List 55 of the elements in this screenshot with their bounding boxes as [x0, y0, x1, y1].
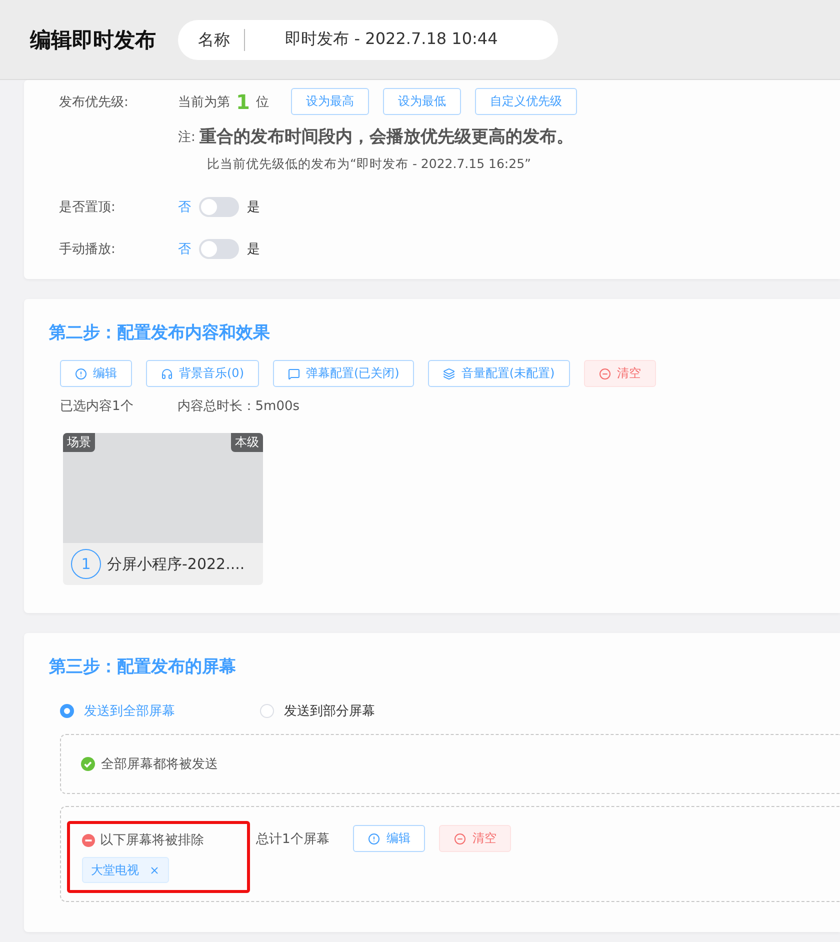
- minus-circle-icon: [598, 368, 611, 380]
- screen-tag: 大堂电视: [82, 857, 169, 883]
- message-icon: [288, 368, 300, 380]
- toggle-switch[interactable]: [199, 239, 239, 259]
- on-option: 是: [247, 198, 260, 216]
- name-label: 名称: [198, 28, 245, 50]
- priority-label: 发布优先级:: [59, 94, 130, 110]
- info-icon: [75, 368, 87, 380]
- radio-label[interactable]: 发送到部分屏幕: [284, 702, 375, 720]
- total-duration: 内容总时长：5m00s: [177, 398, 300, 415]
- lower-priority-text: 比当前优先级低的发布为“即时发布 - 2022.7.15 16:25”: [207, 156, 532, 173]
- headphones-icon: [161, 368, 173, 380]
- note-text: 重合的发布时间段内，会播放优先级更高的发布。: [199, 126, 574, 148]
- off-option: 否: [178, 198, 191, 216]
- excluded-label: 以下屏幕将被排除: [100, 832, 204, 849]
- note-label: 注:: [178, 128, 196, 146]
- clear-button[interactable]: 清空: [439, 825, 512, 852]
- clear-button[interactable]: 清空: [584, 360, 656, 387]
- close-icon[interactable]: [149, 864, 160, 876]
- radio-label[interactable]: 发送到全部屏幕: [84, 702, 175, 720]
- toolbar-button[interactable]: 编辑: [353, 825, 426, 852]
- all-screens-notice: 全部屏幕都将被发送: [101, 756, 218, 773]
- name-field[interactable]: 名称 即时发布 - 2022.7.18 10:44: [178, 20, 558, 60]
- content-card[interactable]: 场景 本级 1 分屏小程序-2022....: [63, 433, 263, 585]
- switch-label: 是否置顶:: [59, 199, 116, 216]
- priority-button[interactable]: 设为最高: [290, 88, 369, 115]
- priority-button[interactable]: 设为最低: [382, 88, 461, 115]
- info-icon: [368, 832, 380, 844]
- rank-number: 1: [236, 90, 250, 114]
- toolbar-button[interactable]: 音量配置(未配置): [428, 360, 570, 387]
- priority-button[interactable]: 自定义优先级: [474, 88, 577, 115]
- screen-total: 总计1个屏幕: [256, 830, 330, 848]
- radio-button[interactable]: [60, 704, 74, 718]
- toggle-switch[interactable]: [199, 197, 239, 217]
- page-title: 编辑即时发布: [30, 26, 156, 54]
- toolbar-button[interactable]: 弹幕配置(已关闭): [273, 360, 414, 387]
- toolbar-button[interactable]: 编辑: [60, 360, 132, 387]
- type-tag: 场景: [63, 433, 95, 452]
- rank-prefix: 当前为第: [178, 94, 230, 110]
- check-circle-icon: [81, 757, 95, 771]
- off-option: 否: [178, 240, 191, 258]
- minus-circle-icon: [82, 834, 95, 846]
- switch-label: 手动播放:: [59, 241, 116, 258]
- content-name: 分屏小程序-2022....: [107, 554, 245, 574]
- minus-circle-icon: [454, 832, 466, 844]
- step-title: 第三步：配置发布的屏幕: [49, 656, 237, 678]
- level-tag: 本级: [231, 433, 263, 452]
- toolbar-button[interactable]: 背景音乐(0): [146, 360, 259, 387]
- index-number: 1: [71, 549, 101, 579]
- name-value: 即时发布 - 2022.7.18 10:44: [284, 29, 499, 50]
- rank-suffix: 位: [256, 94, 269, 110]
- step-title: 第二步：配置发布内容和效果: [49, 322, 271, 344]
- selected-count: 已选内容1个: [60, 398, 134, 415]
- on-option: 是: [247, 240, 260, 258]
- layers-icon: [443, 368, 456, 380]
